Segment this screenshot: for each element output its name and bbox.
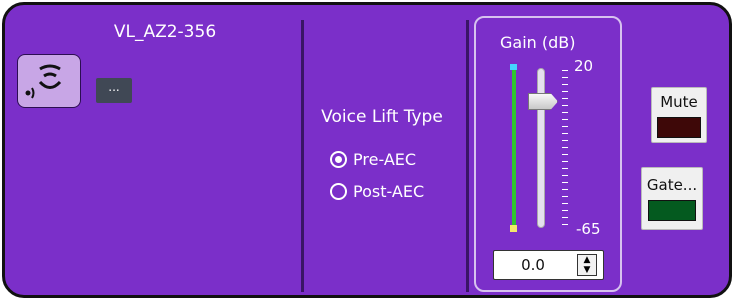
gate-label: Gate... (646, 176, 698, 194)
gain-value[interactable]: 0.0 (504, 256, 562, 274)
spin-arrows-icon[interactable]: ▲ ▼ (577, 254, 597, 276)
mute-led (657, 117, 701, 138)
mute-label: Mute (660, 93, 698, 111)
gate-button[interactable]: Gate... (641, 167, 703, 230)
gain-max-label: 20 (574, 57, 594, 75)
post-aec-option[interactable]: Post-AEC (330, 182, 424, 201)
gain-label: Gain (dB) (500, 33, 576, 52)
gain-min-label: -65 (576, 220, 601, 238)
post-aec-radio[interactable] (330, 183, 347, 200)
channel-name: VL_AZ2-356 (113, 22, 217, 42)
divider-left (301, 20, 304, 292)
post-aec-label: Post-AEC (353, 182, 425, 201)
gain-value-spinbox[interactable]: 0.0 ▲ ▼ (493, 250, 604, 280)
pre-aec-option[interactable]: Pre-AEC (330, 150, 416, 169)
meter-floor-indicator (510, 225, 517, 232)
pre-aec-radio[interactable] (330, 151, 347, 168)
voice-lift-type-label: Voice Lift Type (321, 107, 443, 127)
more-options-button[interactable]: ... (96, 78, 132, 103)
level-meter (512, 68, 516, 228)
speaking-mic-icon (25, 64, 62, 99)
pre-aec-label: Pre-AEC (353, 150, 417, 169)
mute-button[interactable]: Mute (651, 87, 707, 143)
gain-slider-track[interactable] (537, 68, 545, 228)
gate-led (648, 200, 696, 221)
meter-peak-indicator (510, 64, 517, 70)
voice-lift-mic-button[interactable] (17, 54, 81, 108)
divider-right (466, 20, 469, 292)
gain-scale-ticks (562, 70, 568, 226)
